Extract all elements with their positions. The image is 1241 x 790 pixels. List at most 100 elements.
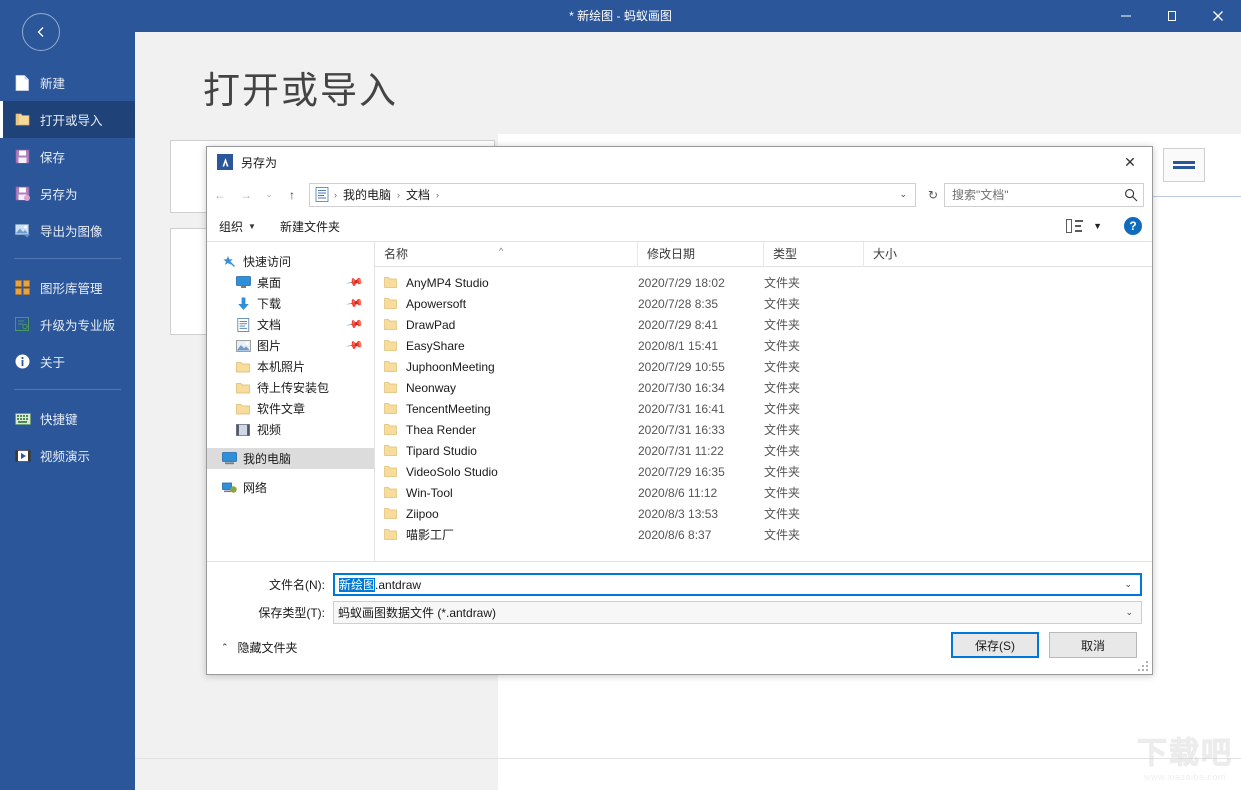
- table-row[interactable]: 喵影工厂 2020/8/6 8:37 文件夹: [375, 524, 1152, 545]
- table-row[interactable]: Win-Tool 2020/8/6 11:12 文件夹: [375, 482, 1152, 503]
- table-row[interactable]: JuphoonMeeting 2020/7/29 10:55 文件夹: [375, 356, 1152, 377]
- chevron-down-icon[interactable]: ⌄: [1124, 579, 1132, 590]
- filetype-select[interactable]: 蚂蚁画图数据文件 (*.antdraw) ⌄: [333, 601, 1142, 624]
- new-file-icon: [14, 74, 31, 91]
- tree-item-software-articles[interactable]: 软件文章: [207, 398, 374, 419]
- tree-item-quick-access[interactable]: 快速访问: [207, 251, 374, 272]
- file-date-cell: 2020/8/6 8:37: [638, 527, 712, 542]
- nav-back-button[interactable]: ←: [207, 182, 233, 208]
- folder-icon: [235, 380, 251, 396]
- sidebar-list: 新建 打开或导入 保存 另存为 导出为图像 图形库管理 升级为专业版 关于 快捷…: [0, 64, 135, 474]
- column-header-date[interactable]: 修改日期: [638, 241, 764, 267]
- nav-forward-button[interactable]: →: [233, 182, 259, 208]
- file-date-cell: 2020/7/30 16:34: [638, 380, 725, 395]
- sidebar-item-new[interactable]: 新建: [0, 64, 135, 101]
- sidebar-item-export-image[interactable]: 导出为图像: [0, 212, 135, 249]
- sidebar-item-upgrade-pro[interactable]: 升级为专业版: [0, 306, 135, 343]
- tree-item-network[interactable]: 网络: [207, 477, 374, 498]
- search-icon[interactable]: [1119, 188, 1143, 202]
- table-row[interactable]: TencentMeeting 2020/7/31 16:41 文件夹: [375, 398, 1152, 419]
- file-date-cell: 2020/7/29 16:35: [638, 464, 725, 479]
- sidebar-item-save[interactable]: 保存: [0, 138, 135, 175]
- table-row[interactable]: Apowersoft 2020/7/28 8:35 文件夹: [375, 293, 1152, 314]
- help-button[interactable]: ?: [1124, 217, 1142, 235]
- file-name-cell: 喵影工厂: [375, 526, 638, 543]
- tree-gap: [207, 440, 374, 448]
- organize-button[interactable]: 组织 ▼: [207, 211, 268, 242]
- file-name-label: 喵影工厂: [406, 528, 455, 542]
- tree-item-this-pc[interactable]: 我的电脑: [207, 448, 374, 469]
- cancel-button[interactable]: 取消: [1049, 632, 1137, 658]
- app-title: * 新绘图 - 蚂蚁画图: [569, 9, 672, 23]
- table-row[interactable]: EasyShare 2020/8/1 15:41 文件夹: [375, 335, 1152, 356]
- file-name-cell: VideoSolo Studio: [375, 465, 638, 479]
- pin-icon[interactable]: 📌: [346, 315, 365, 334]
- file-type-cell: 文件夹: [764, 402, 801, 416]
- hide-folders-toggle[interactable]: ⌃ 隐藏文件夹: [221, 639, 298, 656]
- table-row[interactable]: AnyMP4 Studio 2020/7/29 18:02 文件夹: [375, 272, 1152, 293]
- tree-item-local-photos[interactable]: 本机照片: [207, 356, 374, 377]
- dialog-close-button[interactable]: ✕: [1108, 147, 1152, 177]
- watermark-url: www.xiazaiba.com: [1143, 772, 1227, 782]
- refresh-button[interactable]: ↻: [922, 188, 944, 202]
- tree-item-documents[interactable]: 文档 📌: [207, 314, 374, 335]
- tree-item-desktop[interactable]: 桌面 📌: [207, 272, 374, 293]
- column-header-type[interactable]: 类型: [764, 241, 864, 267]
- download-icon: [235, 296, 251, 312]
- nav-recent-locations-button[interactable]: ⌄: [259, 182, 279, 208]
- back-button[interactable]: [22, 13, 60, 51]
- nav-up-button[interactable]: ↑: [279, 182, 305, 208]
- tree-item-pending-packages[interactable]: 待上传安装包: [207, 377, 374, 398]
- sidebar-item-shortcuts[interactable]: 快捷键: [0, 400, 135, 437]
- filename-row: 文件名(N): 新绘图.antdraw ⌄: [207, 573, 1152, 596]
- pin-icon[interactable]: 📌: [346, 273, 365, 292]
- watermark: 下载吧 www.xiazaiba.com: [1137, 728, 1233, 783]
- view-mode-button[interactable]: ▼: [1066, 219, 1102, 233]
- sidebar-item-open[interactable]: 打开或导入: [0, 101, 135, 138]
- close-button[interactable]: [1195, 0, 1241, 32]
- navigation-pane: 快速访问 桌面 📌 下载 📌 文档 📌 图片 📌 本机照片 待上传安装包 软件文…: [207, 242, 375, 561]
- table-row[interactable]: Ziipoo 2020/8/3 13:53 文件夹: [375, 503, 1152, 524]
- breadcrumb-item-pc[interactable]: 我的电脑: [338, 186, 396, 203]
- chevron-down-icon[interactable]: ⌄: [1125, 607, 1133, 618]
- sort-ascending-icon: ^: [499, 245, 504, 256]
- table-row[interactable]: Thea Render 2020/7/31 16:33 文件夹: [375, 419, 1152, 440]
- tree-item-label: 我的电脑: [243, 452, 292, 466]
- file-name-cell: Tipard Studio: [375, 444, 638, 458]
- hamburger-menu-icon[interactable]: [1163, 148, 1205, 182]
- chevron-down-icon[interactable]: ⌄: [899, 189, 907, 200]
- file-list-pane: 名称 ^ 修改日期 类型 大小 AnyMP4 Studio 2020/7/29 1…: [375, 241, 1152, 561]
- table-row[interactable]: Neonway 2020/7/30 16:34 文件夹: [375, 377, 1152, 398]
- table-row[interactable]: VideoSolo Studio 2020/7/29 16:35 文件夹: [375, 461, 1152, 482]
- sidebar-item-shape-library[interactable]: 图形库管理: [0, 269, 135, 306]
- tree-item-downloads[interactable]: 下载 📌: [207, 293, 374, 314]
- sidebar-item-save-as[interactable]: 另存为: [0, 175, 135, 212]
- folder-icon: [235, 359, 251, 375]
- address-breadcrumb-bar[interactable]: › 我的电脑 › 文档 › ⌄: [309, 182, 916, 207]
- content-bottom-rule: [135, 758, 1241, 759]
- folder-icon: [384, 424, 397, 435]
- filename-input[interactable]: 新绘图.antdraw ⌄: [333, 573, 1142, 596]
- file-list-header: 名称 ^ 修改日期 类型 大小: [375, 241, 1152, 267]
- folder-icon: [384, 403, 397, 414]
- search-box[interactable]: 搜索"文档": [944, 182, 1144, 207]
- pin-icon[interactable]: 📌: [346, 294, 365, 313]
- save-button[interactable]: 保存(S): [951, 632, 1039, 658]
- breadcrumb-item-documents[interactable]: 文档: [401, 186, 435, 203]
- tree-item-videos[interactable]: 视频: [207, 419, 374, 440]
- chevron-down-icon[interactable]: ▼: [1093, 221, 1102, 231]
- table-row[interactable]: Tipard Studio 2020/7/31 11:22 文件夹: [375, 440, 1152, 461]
- search-input[interactable]: 搜索"文档": [945, 186, 1119, 203]
- new-folder-button[interactable]: 新建文件夹: [268, 211, 352, 242]
- minimize-button[interactable]: [1103, 0, 1149, 32]
- sidebar-item-video-demo[interactable]: 视频演示: [0, 437, 135, 474]
- sidebar-divider-1: [14, 258, 121, 259]
- tree-item-pictures[interactable]: 图片 📌: [207, 335, 374, 356]
- sidebar-item-about[interactable]: 关于: [0, 343, 135, 380]
- table-row[interactable]: DrawPad 2020/7/29 8:41 文件夹: [375, 314, 1152, 335]
- column-header-name[interactable]: 名称 ^: [375, 241, 638, 267]
- maximize-button[interactable]: [1149, 0, 1195, 32]
- pin-icon[interactable]: 📌: [346, 336, 365, 355]
- resize-grip[interactable]: [1138, 661, 1148, 671]
- column-header-size[interactable]: 大小: [864, 242, 954, 267]
